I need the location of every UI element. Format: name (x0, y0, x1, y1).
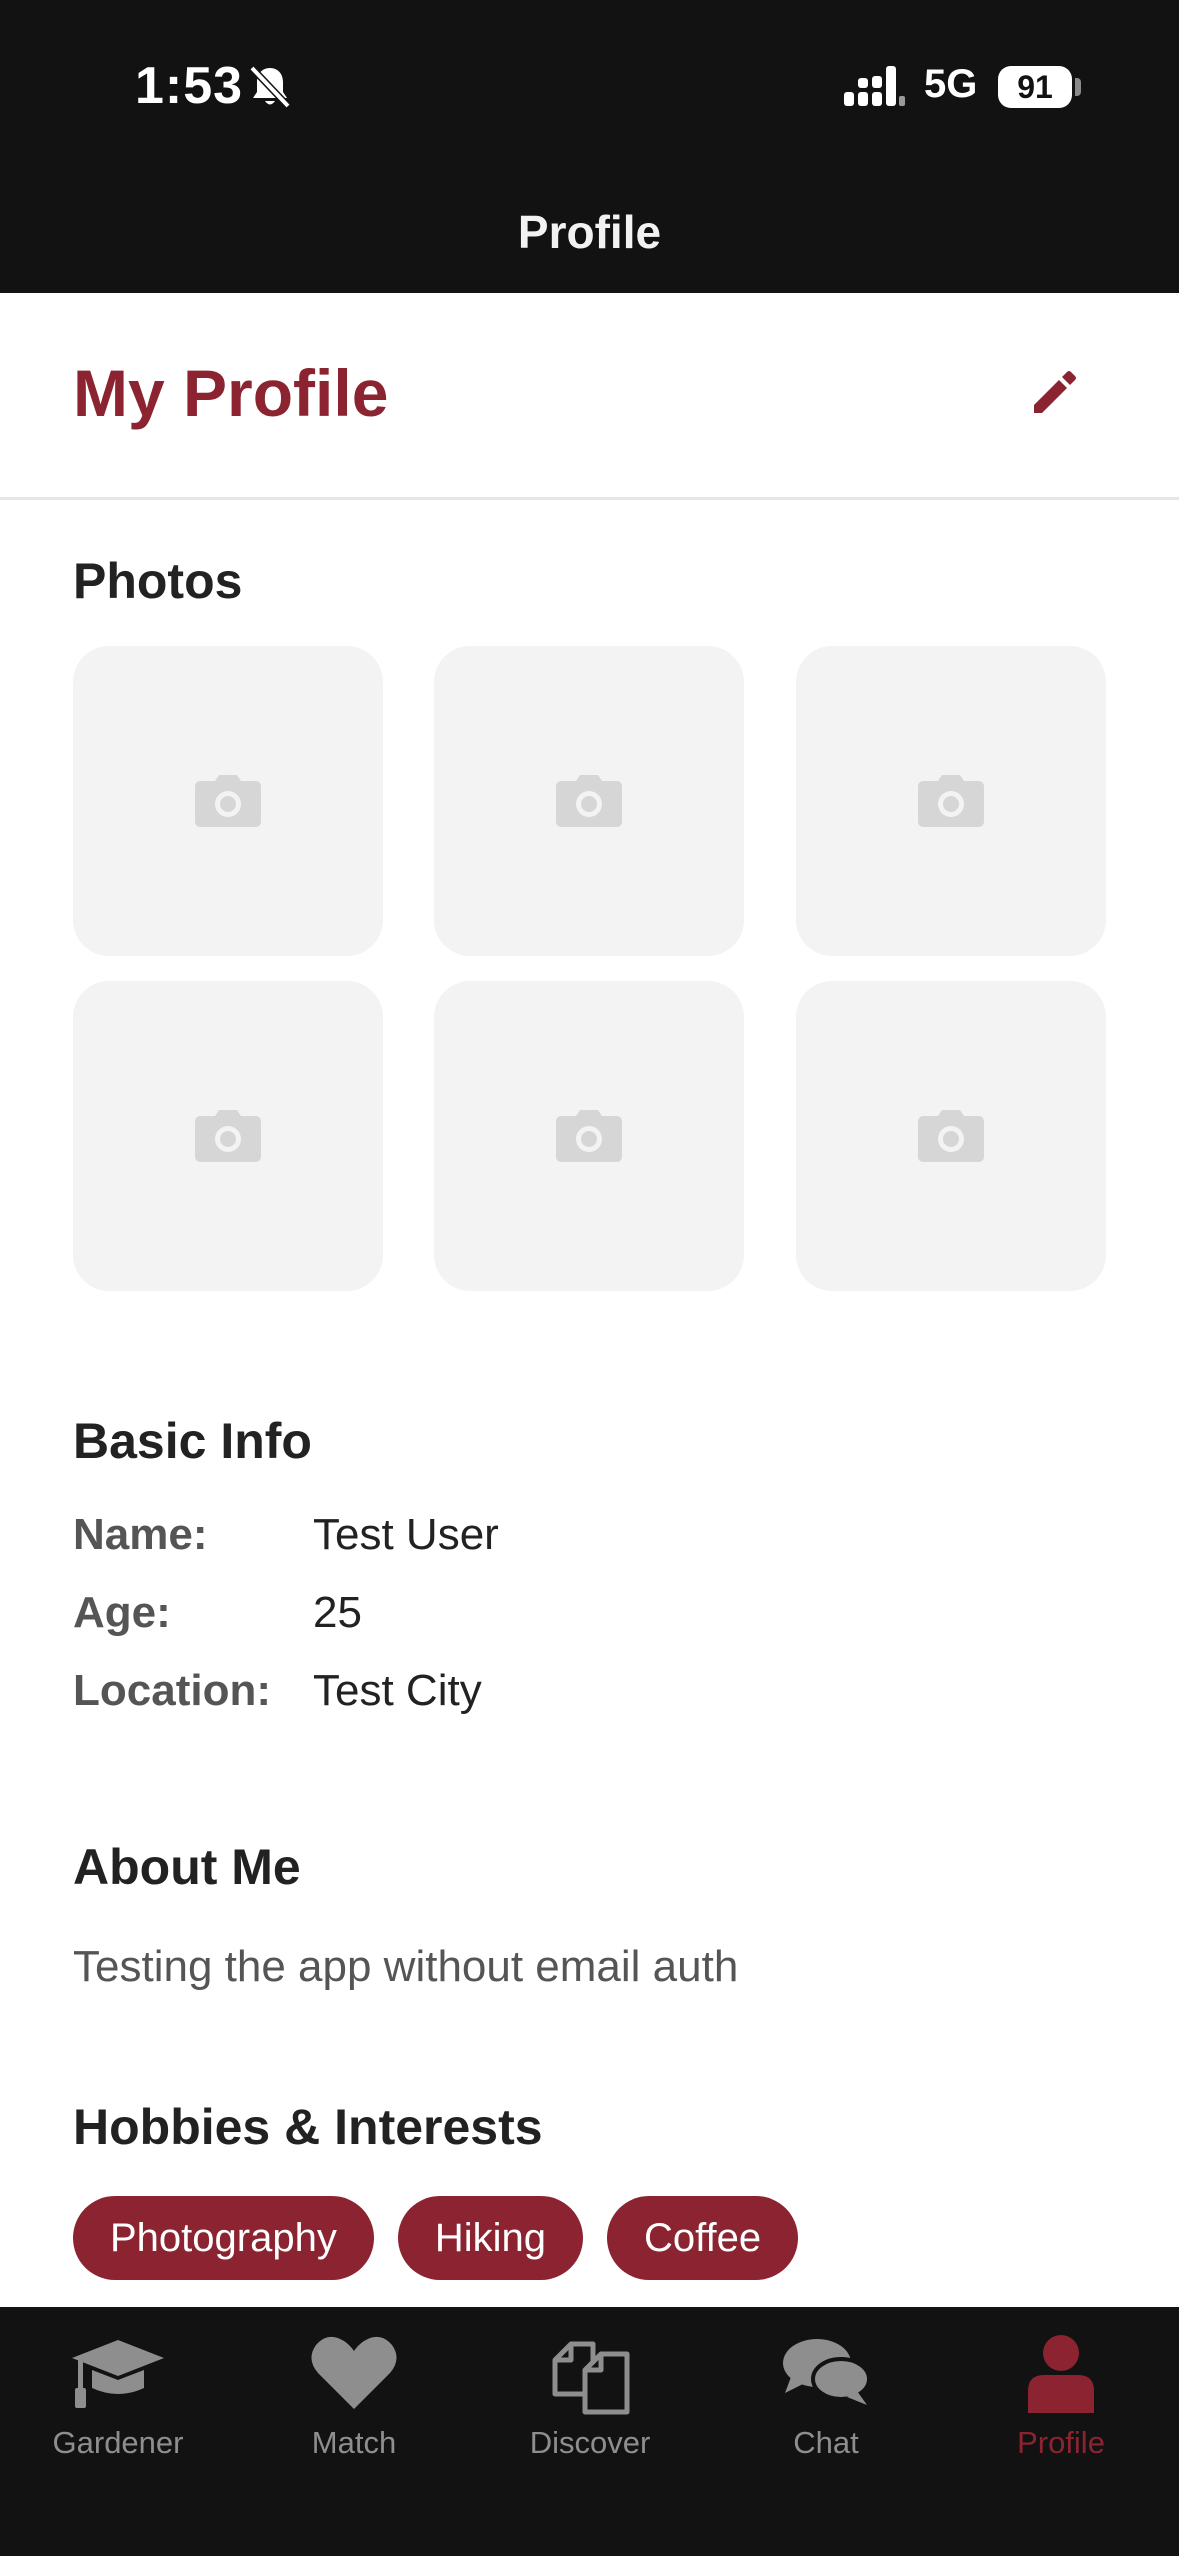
info-value: Test User (313, 1510, 499, 1559)
tab-chat[interactable]: Chat (708, 2327, 944, 2467)
photos-title: Photos (73, 553, 243, 609)
status-time: 1:53 (135, 57, 244, 115)
camera-icon (918, 1110, 984, 1162)
info-label: Age: (73, 1588, 171, 1637)
graduation-cap-icon (72, 2340, 164, 2408)
tab-label: Profile (1017, 2425, 1105, 2460)
info-value: Test City (313, 1666, 482, 1715)
chat-bubbles-icon (783, 2339, 871, 2405)
tab-bar: Gardener Match Discover Chat Profile (0, 2307, 1179, 2556)
heart-icon (311, 2336, 397, 2409)
camera-icon (195, 1110, 261, 1162)
person-icon (1028, 2335, 1094, 2413)
cellular-signal-icon (844, 66, 905, 106)
tab-label: Match (311, 2425, 397, 2460)
about-title: About Me (73, 1839, 301, 1895)
navigation-bar: Profile (0, 175, 1179, 293)
hobby-chips: Photography Hiking Coffee (73, 2196, 799, 2280)
hobbies-title: Hobbies & Interests (73, 2099, 543, 2155)
battery-tip-icon (1075, 78, 1081, 96)
camera-icon (556, 775, 622, 827)
network-type: 5G (924, 62, 978, 106)
camera-icon (556, 1110, 622, 1162)
hobby-chip[interactable]: Photography (73, 2196, 374, 2280)
photo-slot[interactable] (796, 981, 1106, 1291)
nav-title: Profile (517, 206, 662, 258)
tab-discover[interactable]: Discover (472, 2327, 708, 2467)
status-bar: 1:53 5G 91 (0, 0, 1179, 175)
tab-label: Discover (529, 2425, 651, 2460)
tab-label: Gardener (52, 2425, 184, 2460)
hobby-chip[interactable]: Coffee (607, 2196, 799, 2280)
photo-slot[interactable] (796, 646, 1106, 956)
edit-profile-button[interactable] (1014, 353, 1094, 433)
photo-slot[interactable] (434, 646, 744, 956)
page-title: My Profile (73, 356, 389, 430)
profile-header: My Profile (0, 293, 1179, 500)
photo-slot[interactable] (73, 646, 383, 956)
info-label: Location: (73, 1666, 271, 1715)
about-text: Testing the app without email auth (73, 1942, 739, 1991)
info-value: 25 (313, 1588, 362, 1637)
info-label: Name: (73, 1510, 208, 1559)
camera-icon (918, 775, 984, 827)
basic-info-title: Basic Info (73, 1413, 312, 1469)
pencil-icon (1034, 371, 1076, 413)
battery-level: 91 (998, 66, 1072, 108)
documents-icon (552, 2341, 630, 2415)
photo-slot[interactable] (73, 981, 383, 1291)
photo-slot[interactable] (434, 981, 744, 1291)
tab-match[interactable]: Match (236, 2327, 472, 2467)
tab-profile[interactable]: Profile (943, 2327, 1179, 2467)
hobby-chip[interactable]: Hiking (397, 2196, 583, 2280)
camera-icon (195, 775, 261, 827)
tab-label: Chat (793, 2425, 859, 2460)
bell-muted-icon (249, 65, 291, 109)
tab-gardener[interactable]: Gardener (0, 2327, 236, 2467)
